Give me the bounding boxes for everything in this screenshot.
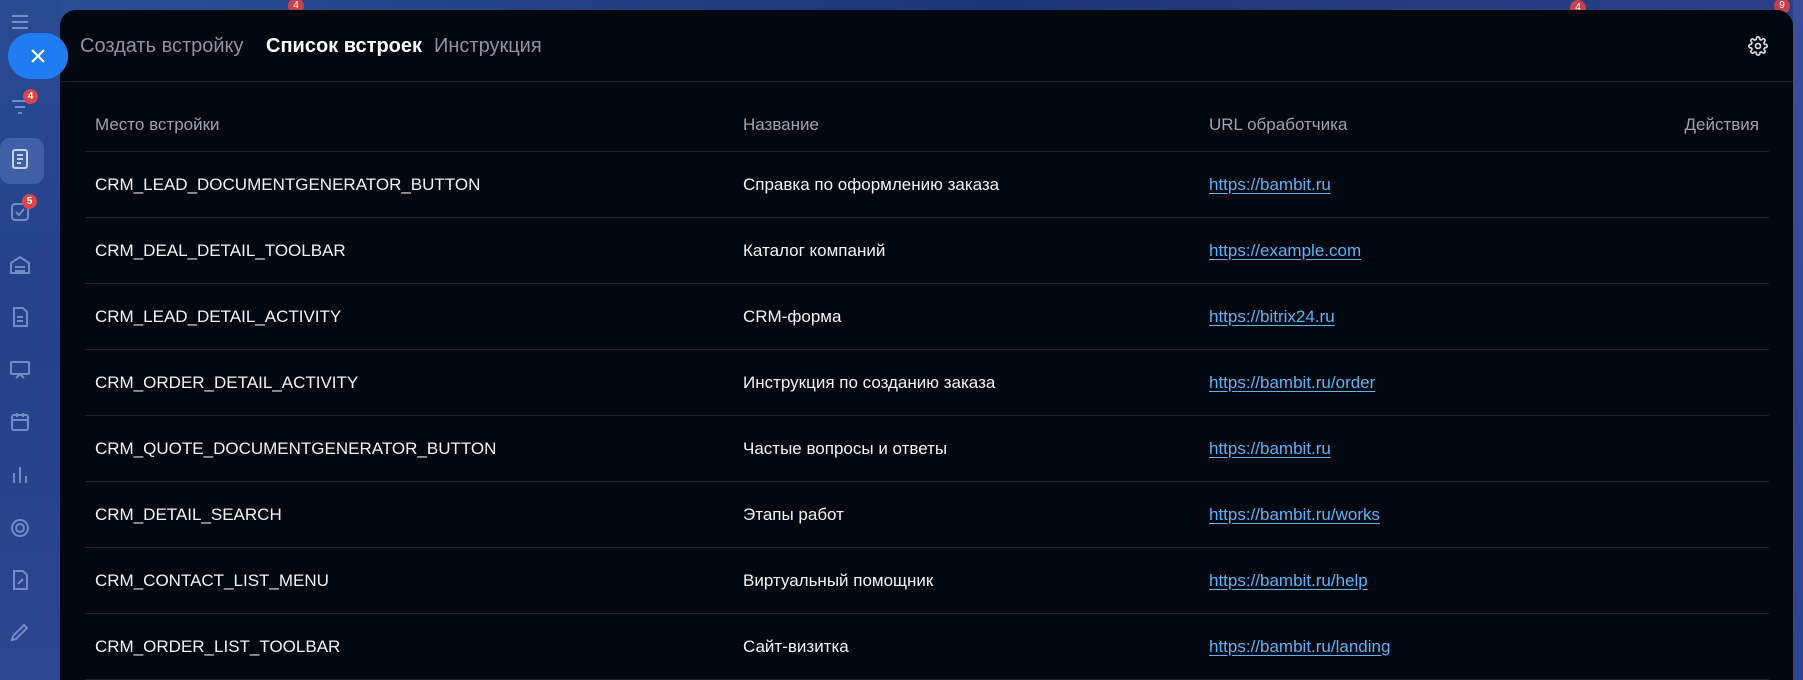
url-link[interactable]: https://example.com: [1209, 241, 1361, 260]
cell-name: Виртуальный помощник: [733, 547, 1199, 614]
url-link[interactable]: https://bambit.ru/works: [1209, 505, 1380, 524]
cell-url: https://bambit.ru/help: [1199, 547, 1599, 614]
tab-embed-list[interactable]: Список встроек: [266, 35, 422, 58]
table-row: CRM_DETAIL_SEARCH Этапы работ https://ba…: [85, 481, 1769, 548]
table-row: CRM_ORDER_DETAIL_ACTIVITY Инструкция по …: [85, 349, 1769, 416]
cell-url: https://bambit.ru/landing: [1199, 613, 1599, 680]
cell-name: Справка по оформлению заказа: [733, 151, 1199, 218]
left-sidebar: 4 5: [0, 0, 60, 680]
cell-place: CRM_QUOTE_DOCUMENTGENERATOR_BUTTON: [85, 415, 733, 482]
cell-place: CRM_CONTACT_LIST_MENU: [85, 547, 733, 614]
cell-actions: [1599, 217, 1769, 284]
cell-actions: [1599, 481, 1769, 548]
table-row: CRM_LEAD_DETAIL_ACTIVITY CRM-форма https…: [85, 283, 1769, 350]
cell-place: CRM_LEAD_DETAIL_ACTIVITY: [85, 283, 733, 350]
url-link[interactable]: https://bambit.ru/help: [1209, 571, 1368, 590]
menu-icon[interactable]: [8, 10, 32, 34]
cell-url: https://bambit.ru: [1199, 151, 1599, 218]
document-list-icon[interactable]: [8, 147, 32, 171]
cell-name: Каталог компаний: [733, 217, 1199, 284]
close-panel-button[interactable]: [8, 33, 68, 79]
cell-url: https://bambit.ru/works: [1199, 481, 1599, 548]
tab-create-embed[interactable]: Создать встройку: [80, 35, 244, 58]
bar-chart-icon[interactable]: [8, 463, 32, 487]
table-header-row: Место встройки Название URL обработчика …: [85, 99, 1769, 152]
edit-document-icon[interactable]: [8, 568, 32, 592]
url-link[interactable]: https://bambit.ru/order: [1209, 373, 1375, 392]
cell-place: CRM_LEAD_DOCUMENTGENERATOR_BUTTON: [85, 151, 733, 218]
cell-actions: [1599, 415, 1769, 482]
column-header-name: Название: [733, 99, 1199, 152]
table-row: CRM_LEAD_DOCUMENTGENERATOR_BUTTON Справк…: [85, 151, 1769, 218]
cell-place: CRM_DETAIL_SEARCH: [85, 481, 733, 548]
background-edge: [1793, 0, 1803, 680]
file-icon[interactable]: [8, 305, 32, 329]
cell-actions: [1599, 613, 1769, 680]
table-row: CRM_CONTACT_LIST_MENU Виртуальный помощн…: [85, 547, 1769, 614]
panel-header: Создать встройку Список встроек Инструкц…: [60, 10, 1793, 82]
gear-icon: [1748, 36, 1768, 56]
column-header-url: URL обработчика: [1199, 99, 1599, 152]
embeds-table-container: Место встройки Название URL обработчика …: [85, 99, 1769, 680]
pencil-icon[interactable]: [8, 620, 32, 644]
target-icon[interactable]: [8, 516, 32, 540]
cell-name: Частые вопросы и ответы: [733, 415, 1199, 482]
close-icon: [31, 49, 45, 63]
url-link[interactable]: https://bambit.ru: [1209, 439, 1331, 458]
cell-url: https://bambit.ru/order: [1199, 349, 1599, 416]
cell-url: https://example.com: [1199, 217, 1599, 284]
cell-url: https://bambit.ru: [1199, 415, 1599, 482]
cell-place: CRM_ORDER_DETAIL_ACTIVITY: [85, 349, 733, 416]
cell-name: Сайт-визитка: [733, 613, 1199, 680]
cell-place: CRM_DEAL_DETAIL_TOOLBAR: [85, 217, 733, 284]
cell-name: Этапы работ: [733, 481, 1199, 548]
column-header-actions: Действия: [1599, 99, 1769, 152]
table-row: CRM_DEAL_DETAIL_TOOLBAR Каталог компаний…: [85, 217, 1769, 284]
table-row: CRM_QUOTE_DOCUMENTGENERATOR_BUTTON Часты…: [85, 415, 1769, 482]
notification-badge: 5: [22, 194, 37, 209]
table-row: CRM_ORDER_LIST_TOOLBAR Сайт-визитка http…: [85, 613, 1769, 680]
warehouse-icon[interactable]: [8, 253, 32, 277]
settings-button[interactable]: [1748, 36, 1768, 56]
cell-name: Инструкция по созданию заказа: [733, 349, 1199, 416]
cell-actions: [1599, 349, 1769, 416]
cell-actions: [1599, 151, 1769, 218]
column-header-place: Место встройки: [85, 99, 733, 152]
presentation-icon[interactable]: [8, 358, 32, 382]
cell-url: https://bitrix24.ru: [1199, 283, 1599, 350]
calendar-icon[interactable]: [8, 410, 32, 434]
url-link[interactable]: https://bambit.ru: [1209, 175, 1331, 194]
cell-place: CRM_ORDER_LIST_TOOLBAR: [85, 613, 733, 680]
embeds-panel: Создать встройку Список встроек Инструкц…: [60, 10, 1793, 680]
cell-actions: [1599, 547, 1769, 614]
notification-badge: 4: [23, 89, 38, 104]
url-link[interactable]: https://bambit.ru/landing: [1209, 637, 1390, 656]
embeds-table: Место встройки Название URL обработчика …: [85, 99, 1769, 680]
url-link[interactable]: https://bitrix24.ru: [1209, 307, 1335, 326]
cell-actions: [1599, 283, 1769, 350]
tab-instruction[interactable]: Инструкция: [434, 35, 542, 58]
cell-name: CRM-форма: [733, 283, 1199, 350]
